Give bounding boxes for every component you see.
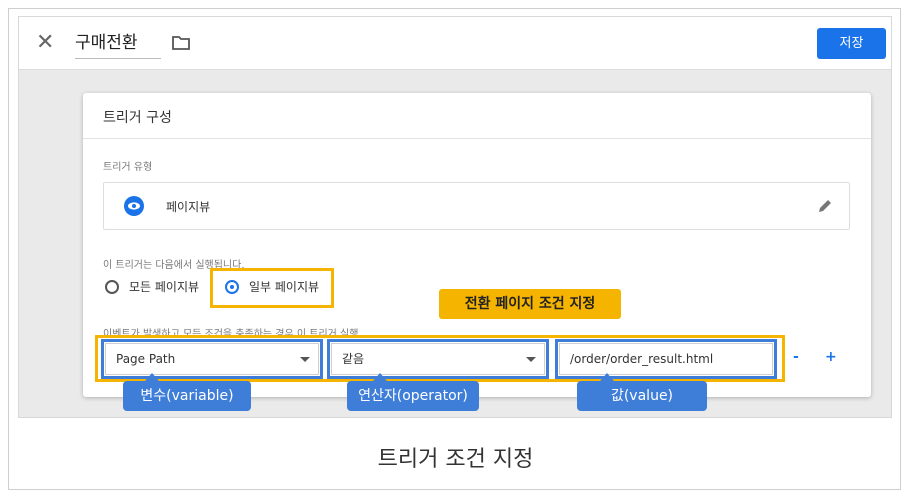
- tag-operator: 연산자(operator): [347, 381, 479, 411]
- highlight-variable: [101, 339, 323, 379]
- card-header: 트리거 구성: [83, 93, 871, 139]
- radio-all-pageviews[interactable]: [105, 280, 119, 294]
- trigger-type-selector[interactable]: 페이지뷰: [103, 182, 850, 230]
- tag-value: 값(value): [577, 381, 707, 411]
- trigger-type-label: 트리거 유형: [103, 162, 153, 173]
- top-bar: ✕ 구매전환 저장: [19, 17, 891, 70]
- figure-caption: 트리거 조건 지정: [377, 447, 534, 472]
- tag-pointer: [600, 373, 614, 381]
- highlight-value: [555, 339, 777, 379]
- card-title: 트리거 구성: [103, 110, 172, 126]
- radio-all-label: 모든 페이지뷰: [129, 280, 200, 294]
- callout-conversion-page: 전환 페이지 조건 지정: [439, 289, 621, 319]
- remove-condition-button[interactable]: -: [793, 349, 799, 365]
- tag-manager-window: ✕ 구매전환 저장 트리거 구성 트리거 유형 페이지뷰 이 트리거는 다음에서…: [18, 16, 892, 418]
- trigger-config-card: 트리거 구성 트리거 유형 페이지뷰 이 트리거는 다음에서 실행됩니다. 모든…: [83, 93, 871, 397]
- tag-pointer: [373, 373, 387, 381]
- pencil-icon[interactable]: [817, 198, 833, 218]
- save-button[interactable]: 저장: [817, 28, 886, 59]
- tag-pointer: [145, 373, 159, 381]
- close-icon[interactable]: ✕: [36, 30, 54, 56]
- folder-icon[interactable]: [172, 35, 190, 54]
- add-condition-button[interactable]: +: [825, 349, 837, 365]
- trigger-type-value: 페이지뷰: [166, 200, 211, 214]
- eye-icon: [124, 196, 144, 216]
- highlight-some-pageviews: [210, 268, 334, 308]
- tag-variable: 변수(variable): [123, 381, 251, 411]
- trigger-name-input[interactable]: 구매전환: [75, 30, 161, 59]
- highlight-operator: [327, 339, 549, 379]
